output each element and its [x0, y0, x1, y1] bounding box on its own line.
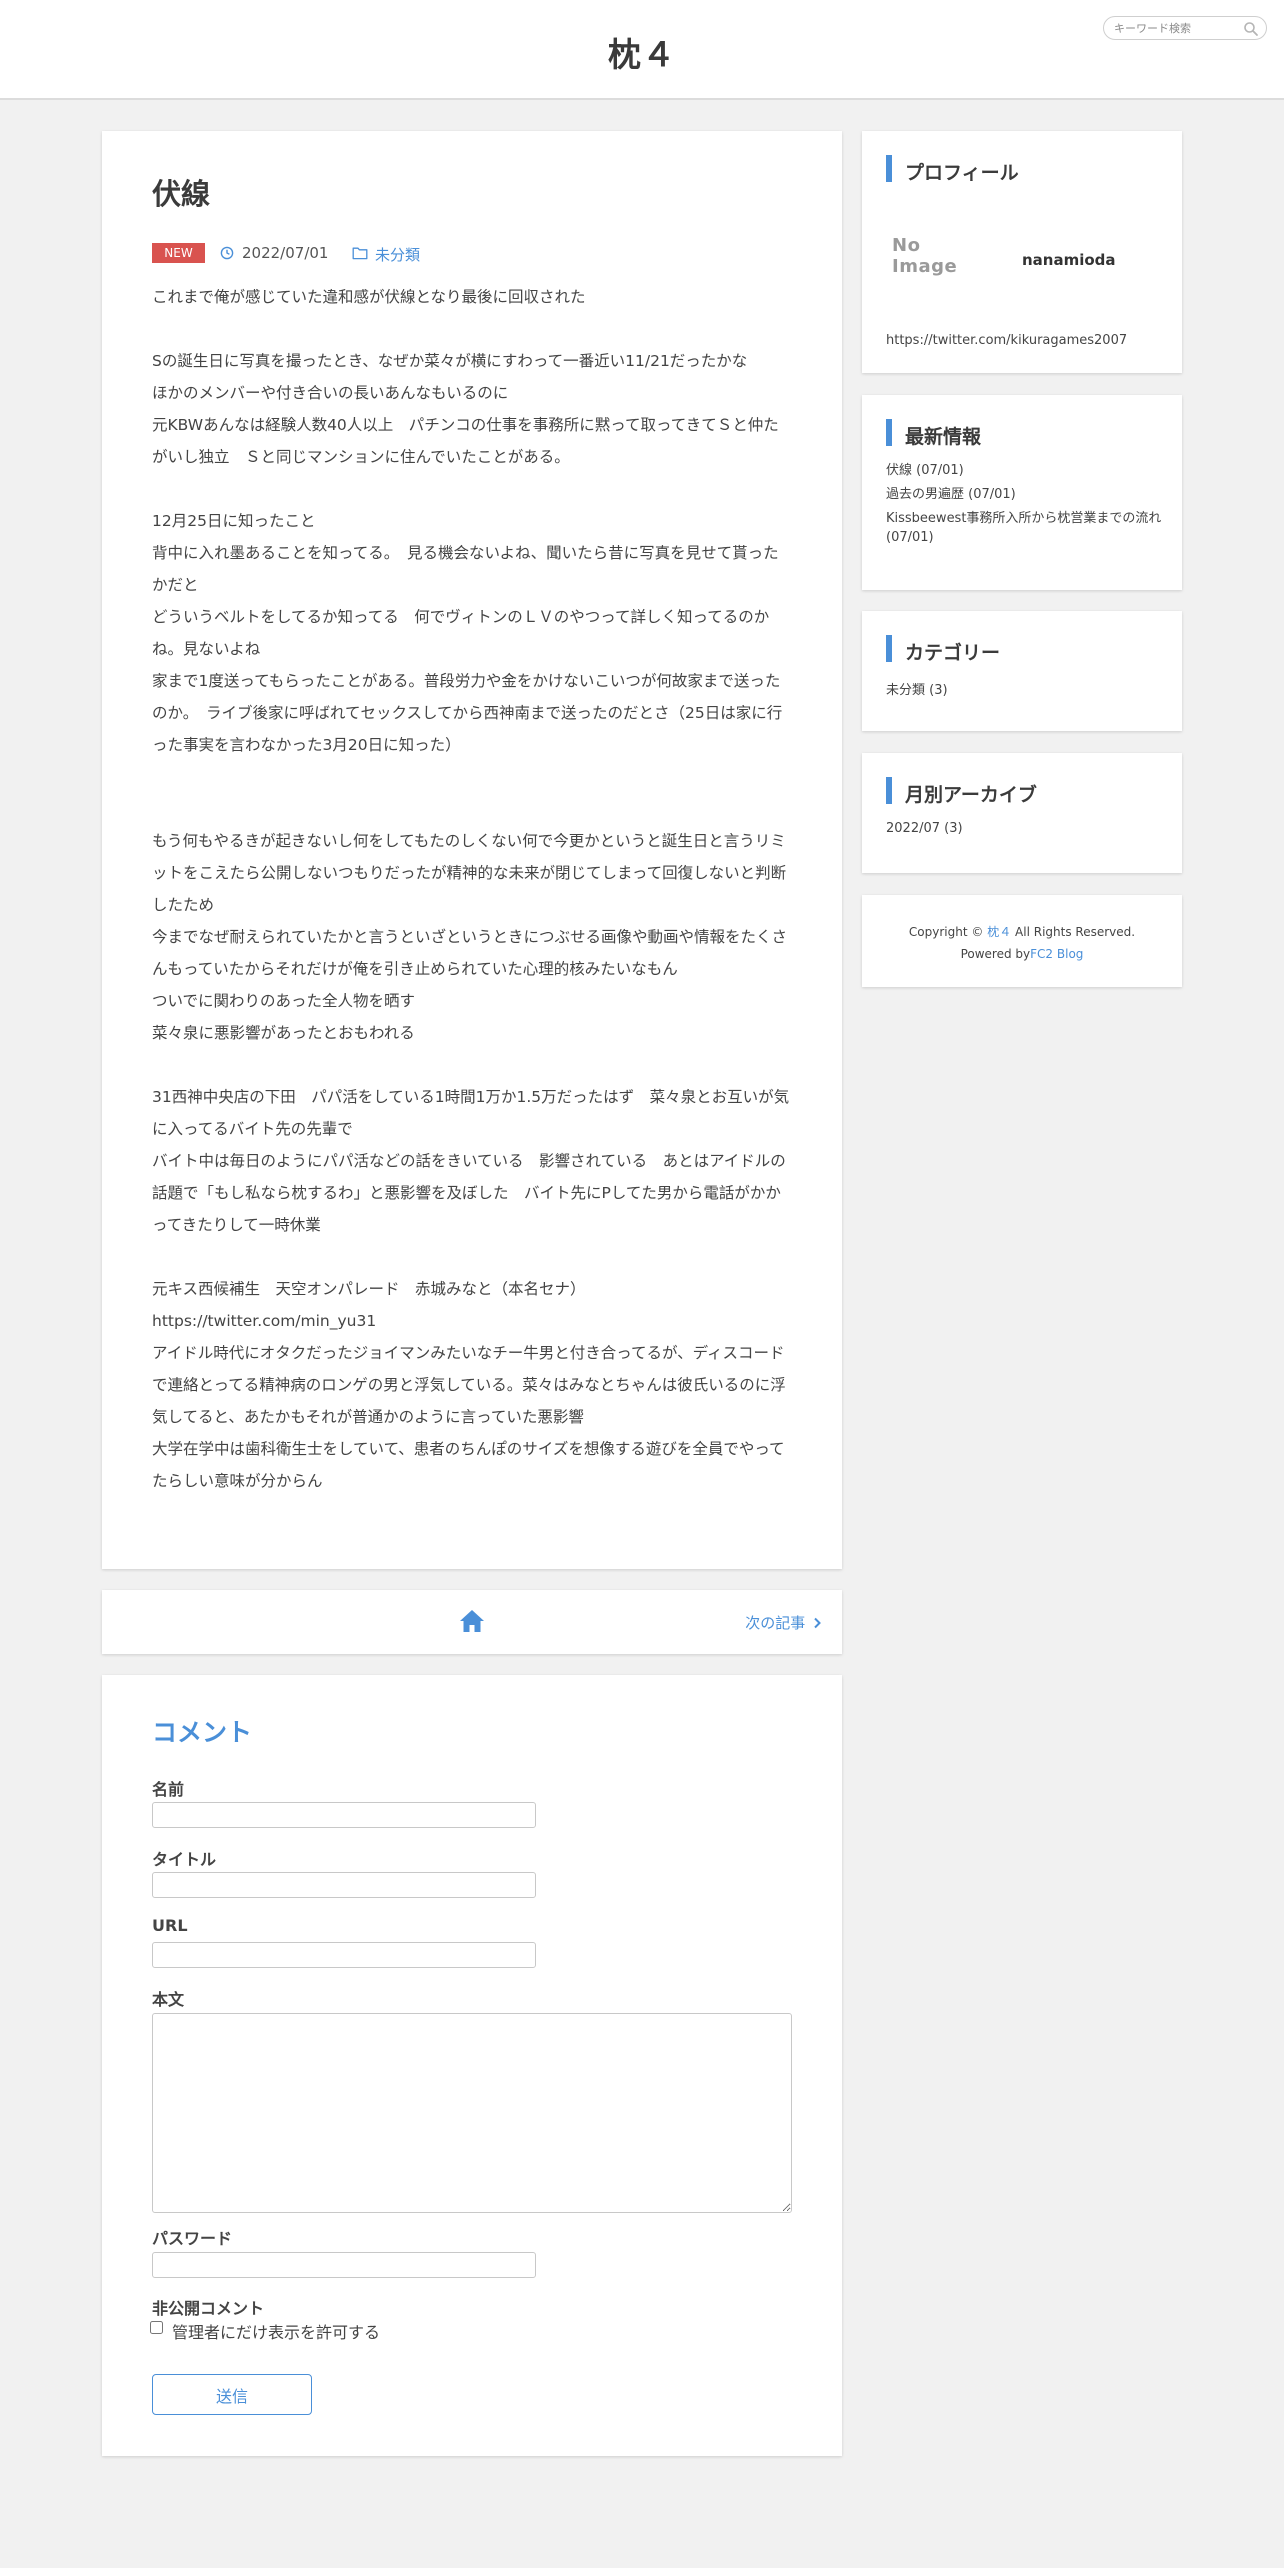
fc2-blog-link[interactable]: FC2 Blog — [1030, 947, 1083, 961]
name-field[interactable] — [152, 1802, 536, 1828]
comment-form-card: コメント 名前 タイトル URL 本文 パスワード 非公開コメント 管理者にだけ… — [102, 1675, 842, 2456]
archive-item[interactable]: 2022/07 (3) — [886, 821, 963, 836]
new-badge: NEW — [152, 243, 205, 263]
recent-post-item[interactable]: Kissbeewest事務所入所から枕営業までの流れ (07/01) — [886, 509, 1166, 547]
article-paragraph: 元KBWあんなは経験人数40人以上 パチンコの仕事を事務所に黙って取ってきてＳと… — [152, 416, 779, 466]
article-paragraph: ほかのメンバーや付き合いの長いあんなもいるのに — [152, 384, 509, 402]
article-paragraph: ついでに関わりのあった全人物を晒す — [152, 992, 416, 1010]
search-input[interactable] — [1114, 20, 1234, 36]
url-field[interactable] — [152, 1942, 536, 1968]
article-paragraph: バイト中は毎日のようにパパ活などの話をきいている 影響されている あとはアイドル… — [152, 1152, 786, 1234]
article-meta: NEW 2022/07/01 未分類 — [152, 243, 792, 265]
categories-heading: カテゴリー — [886, 635, 1166, 664]
article-paragraph: Sの誕生日に写真を撮ったとき、なぜか菜々が横にすわって一番近い11/21だったか… — [152, 352, 748, 370]
heading-accent-bar — [886, 419, 892, 446]
article-paragraph: 菜々泉に悪影響があったとおもわれる — [152, 1024, 415, 1042]
profile-username: nanamioda — [1022, 251, 1116, 269]
profile-twitter-url: https://twitter.com/kikuragames2007 — [886, 333, 1128, 348]
copyright: Copyright © 枕４ All Rights Reserved. Powe… — [862, 921, 1182, 965]
article-paragraph: 12月25日に知ったこと — [152, 512, 316, 530]
article-paragraph: これまで俺が感じていた違和感が伏線となり最後に回収された — [152, 288, 586, 306]
private-comment-label: 非公開コメント — [152, 2299, 265, 2318]
article-paragraph: 31西神中央店の下田 パパ活をしている1時間1万か1.5万だったはず 菜々泉とお… — [152, 1088, 790, 1138]
recent-post-item[interactable]: 過去の男遍歴 (07/01) — [886, 485, 1166, 504]
article-paragraph: 背中に入れ墨あることを知ってる。 見る機会ないよね、聞いたら昔に写真を見せて貰っ… — [152, 544, 779, 594]
powered-by-prefix: Powered by — [960, 947, 1031, 961]
recent-heading: 最新情報 — [886, 419, 1166, 448]
article-card: 伏線 NEW 2022/07/01 未分類 これまで俺が感じていた違和感が伏線と… — [102, 131, 842, 1569]
site-header: 枕４ — [0, 0, 1284, 100]
recent-posts-list: 伏線 (07/01) 過去の男遍歴 (07/01) Kissbeewest事務所… — [886, 461, 1166, 552]
pager-card: 次の記事 — [102, 1590, 842, 1654]
next-article-label: 次の記事 — [745, 1614, 806, 1632]
article-paragraph: もう何もやるきが起きないし何をしてもたのしくない何で今更かというと誕生日と言うリ… — [152, 832, 787, 914]
recent-post-item[interactable]: 伏線 (07/01) — [886, 461, 1166, 480]
profile-heading: プロフィール — [886, 155, 1166, 184]
archives-heading: 月別アーカイブ — [886, 777, 1166, 806]
article-paragraph — [152, 313, 792, 345]
recent-posts-card: 最新情報 伏線 (07/01) 過去の男遍歴 (07/01) Kissbeewe… — [862, 395, 1182, 590]
password-label: パスワード — [152, 2229, 233, 2248]
heading-accent-bar — [886, 635, 892, 662]
categories-card: カテゴリー 未分類 (3) — [862, 611, 1182, 731]
archives-heading-text: 月別アーカイブ — [905, 784, 1037, 806]
url-label: URL — [152, 1916, 188, 1935]
private-checkbox[interactable] — [150, 2321, 163, 2334]
comment-title: コメント — [152, 1718, 253, 1747]
article-paragraph — [152, 793, 792, 825]
title-field[interactable] — [152, 1872, 536, 1898]
heading-accent-bar — [886, 155, 892, 182]
submit-button[interactable]: 送信 — [152, 2374, 312, 2415]
article-body: これまで俺が感じていた違和感が伏線となり最後に回収された Sの誕生日に写真を撮った… — [152, 281, 792, 1497]
search-icon[interactable] — [1243, 21, 1259, 37]
copyright-site-link[interactable]: 枕４ — [987, 925, 1011, 939]
article-paragraph — [152, 1241, 792, 1273]
post-category-link[interactable]: 未分類 — [375, 244, 420, 265]
copyright-card: Copyright © 枕４ All Rights Reserved. Powe… — [862, 895, 1182, 987]
copyright-rights: All Rights Reserved. — [1015, 925, 1136, 939]
next-article-link[interactable]: 次の記事 — [745, 1612, 822, 1633]
archives-card: 月別アーカイブ 2022/07 (3) — [862, 753, 1182, 873]
body-textarea[interactable] — [152, 2013, 792, 2213]
noimage-text: No Image — [892, 235, 958, 277]
heading-accent-bar — [886, 777, 892, 804]
profile-heading-text: プロフィール — [905, 162, 1019, 184]
article-paragraph — [152, 473, 792, 505]
article-paragraph: アイドル時代にオタクだったジョイマンみたいなチー牛男と付き合ってるが、ディスコー… — [152, 1344, 786, 1426]
title-label: タイトル — [152, 1850, 217, 1869]
home-icon[interactable] — [458, 1608, 486, 1634]
categories-heading-text: カテゴリー — [905, 642, 1001, 664]
chevron-right-icon — [814, 1617, 821, 1629]
article-paragraph: https://twitter.com/min_yu31 — [152, 1312, 377, 1330]
clock-icon — [220, 246, 234, 260]
article-paragraph — [152, 761, 792, 793]
article-paragraph: 家まで1度送ってもらったことがある。普段労力や金をかけないこいつが何故家まで送っ… — [152, 672, 783, 754]
body-label: 本文 — [152, 1990, 185, 2009]
article-paragraph: 大学在学中は歯科衛生士をしていて、患者のちんぽのサイズを想像する遊びを全員でやっ… — [152, 1440, 785, 1490]
article-paragraph: どういうベルトをしてるか知ってる 何でヴィトンのＬＶのやつって詳しく知ってるのか… — [152, 608, 770, 658]
article-title: 伏線 — [152, 177, 211, 211]
name-label: 名前 — [152, 1780, 185, 1799]
folder-icon — [352, 247, 368, 260]
private-checkbox-label[interactable]: 管理者にだけ表示を許可する — [172, 2319, 380, 2343]
search-box[interactable] — [1103, 16, 1267, 40]
site-title[interactable]: 枕４ — [0, 28, 1284, 76]
category-item[interactable]: 未分類 (3) — [886, 679, 948, 698]
article-paragraph: 今までなぜ耐えられていたかと言うといざというときにつぶせる画像や動画や情報をたく… — [152, 928, 788, 978]
article-paragraph — [152, 1049, 792, 1081]
copyright-prefix: Copyright © — [908, 925, 984, 939]
profile-card: プロフィール No Image nanamioda https://twitte… — [862, 131, 1182, 373]
recent-heading-text: 最新情報 — [905, 426, 982, 448]
avatar: No Image — [892, 235, 992, 277]
post-date: 2022/07/01 — [242, 244, 329, 262]
article-paragraph: 元キス西候補生 天空オンパレード 赤城みなと（本名セナ） — [152, 1280, 586, 1298]
password-field[interactable] — [152, 2252, 536, 2278]
